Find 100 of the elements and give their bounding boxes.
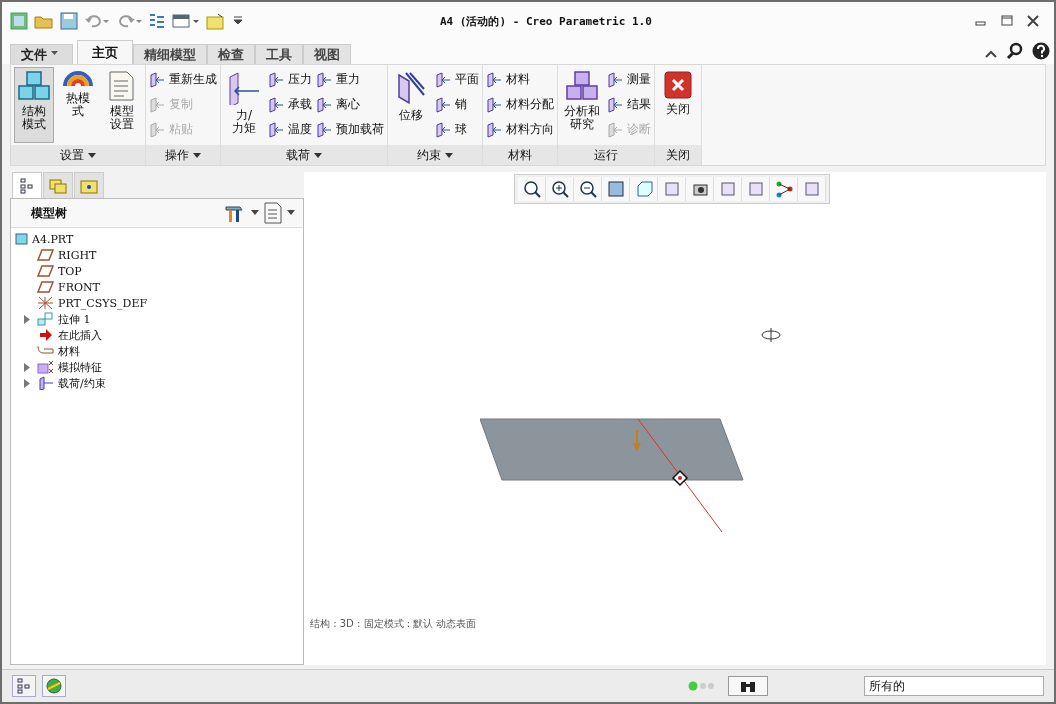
dropdown-arrow-icon[interactable] <box>287 210 295 216</box>
zoom-in-icon <box>550 180 569 198</box>
zoom-window-button[interactable] <box>518 177 546 201</box>
dropdown-arrow-icon[interactable] <box>251 210 259 216</box>
app-logo-icon <box>10 12 28 30</box>
plane-icon <box>37 281 54 293</box>
ribbon-button[interactable]: 离心 <box>316 94 384 115</box>
tool-icon <box>268 71 284 88</box>
panel-tab[interactable] <box>12 172 42 198</box>
ribbon-button[interactable]: 位移 <box>391 67 431 143</box>
ribbon-button[interactable]: 分析和研究 <box>561 67 603 143</box>
ribbon-button[interactable]: 重力 <box>316 69 384 90</box>
ribbon-button[interactable]: 压力 <box>268 69 312 90</box>
ribbon-tab[interactable]: 精细模型 <box>133 44 207 64</box>
ribbon-tab[interactable]: 视图 <box>303 44 351 64</box>
tool-icon <box>435 121 451 138</box>
ribbon-button[interactable]: 球 <box>435 119 479 140</box>
save-icon[interactable] <box>60 12 78 30</box>
redo-icon[interactable] <box>116 13 142 29</box>
node-button[interactable] <box>770 177 798 201</box>
ribbon-tab[interactable]: 主页 <box>77 40 133 64</box>
ribbon-button[interactable]: 温度 <box>268 119 312 140</box>
tree-item[interactable]: 载荷/约束 <box>15 375 299 391</box>
group-label: 材料 <box>483 145 557 165</box>
help-icon[interactable] <box>1032 42 1050 60</box>
refit-icon <box>606 180 625 198</box>
plate-icon <box>396 71 426 105</box>
folder-icon[interactable] <box>206 12 226 30</box>
ribbon-tab[interactable]: 工具 <box>255 44 303 64</box>
ribbon-button[interactable]: 热模式 <box>58 67 98 143</box>
graphics-area[interactable]: 结构 : 3D : 固定模式 : 默认 动态表面 <box>304 172 1046 665</box>
tree-item[interactable]: PRT_CSYS_DEF <box>15 295 299 311</box>
dropdown-arrow-icon <box>193 152 201 158</box>
tool-icon <box>607 71 623 88</box>
search-icon[interactable] <box>1006 42 1024 60</box>
tree-item[interactable]: RIGHT <box>15 247 299 263</box>
zoom-out-button[interactable] <box>574 177 602 201</box>
tool-icon <box>486 96 502 113</box>
part-icon <box>15 233 28 245</box>
ribbon-button[interactable]: 测量 <box>607 69 651 90</box>
ribbon-button[interactable]: 承载 <box>268 94 312 115</box>
close-icon[interactable] <box>1026 15 1040 27</box>
tree-item[interactable]: 材料 <box>15 343 299 359</box>
ribbon-button[interactable]: 结果 <box>607 94 651 115</box>
undo-icon[interactable] <box>84 13 110 29</box>
file-menu[interactable]: 文件 <box>10 44 73 64</box>
maximize-icon[interactable] <box>1000 15 1014 27</box>
tool-icon <box>435 96 451 113</box>
tree-item[interactable]: 在此插入 <box>15 327 299 343</box>
customize-icon[interactable] <box>232 15 244 27</box>
ribbon-button[interactable]: 销 <box>435 94 479 115</box>
tool-icon <box>607 96 623 113</box>
ribbon-button[interactable]: 模型设置 <box>102 67 142 143</box>
zoom-window-icon <box>522 180 541 198</box>
dropdown-arrow-icon <box>445 152 453 158</box>
open-folder-icon[interactable] <box>34 13 54 29</box>
ribbon-tab[interactable]: 检查 <box>207 44 255 64</box>
view-status-text: 结构 : 3D : 固定模式 : 默认 动态表面 <box>310 617 477 631</box>
ribbon-button[interactable]: 预加载荷 <box>316 119 384 140</box>
ribbon-button[interactable]: 重新生成 <box>149 69 217 90</box>
document-icon <box>109 71 135 101</box>
ribbon-button[interactable]: 材料 <box>486 69 554 90</box>
group-menu[interactable]: 设置 <box>11 145 145 165</box>
model-tree-toggle-button[interactable] <box>12 675 36 697</box>
find-button[interactable] <box>728 676 768 696</box>
zoom-in-button[interactable] <box>546 177 574 201</box>
tree-item[interactable]: 拉伸 1 <box>15 311 299 327</box>
refit-button[interactable] <box>602 177 630 201</box>
blocks-icon <box>18 71 50 101</box>
tool-icon <box>316 121 332 138</box>
tree-item[interactable]: FRONT <box>15 279 299 295</box>
browser-toggle-button[interactable] <box>42 675 66 697</box>
group-menu[interactable]: 载荷 <box>221 145 387 165</box>
group-menu[interactable]: 约束 <box>388 145 482 165</box>
tree-item[interactable]: TOP <box>15 263 299 279</box>
tool-icon <box>149 71 165 88</box>
cube-icon <box>634 180 653 198</box>
ribbon-button[interactable]: 材料分配 <box>486 94 554 115</box>
ribbon-button[interactable]: 平面 <box>435 69 479 90</box>
tools-icon[interactable] <box>224 203 246 223</box>
ribbon-button[interactable]: 材料方向 <box>486 119 554 140</box>
ribbon-button[interactable]: 关闭 <box>658 67 698 143</box>
blocks-icon <box>566 71 598 101</box>
arrow-frame-icon <box>227 71 261 105</box>
tree-item[interactable]: 模拟特征 <box>15 359 299 375</box>
tool-icon <box>149 121 165 138</box>
plane-icon <box>37 265 54 277</box>
expand-icon[interactable] <box>23 314 31 324</box>
binoculars-icon <box>739 679 757 693</box>
ribbon-button[interactable]: 结构模式 <box>14 67 54 143</box>
spin-center-icon <box>760 327 782 343</box>
filter-dropdown[interactable]: 所有的 <box>864 676 1044 696</box>
tree-item[interactable]: A4.PRT <box>15 231 299 247</box>
windows-icon[interactable] <box>172 13 200 29</box>
camera-button[interactable] <box>686 177 714 201</box>
ribbon-button[interactable]: 力/力矩 <box>224 67 264 143</box>
collapse-ribbon-icon[interactable] <box>984 48 998 60</box>
regenerate-icon[interactable] <box>148 12 166 30</box>
group-menu[interactable]: 操作 <box>146 145 220 165</box>
list-settings-icon[interactable] <box>264 202 282 224</box>
